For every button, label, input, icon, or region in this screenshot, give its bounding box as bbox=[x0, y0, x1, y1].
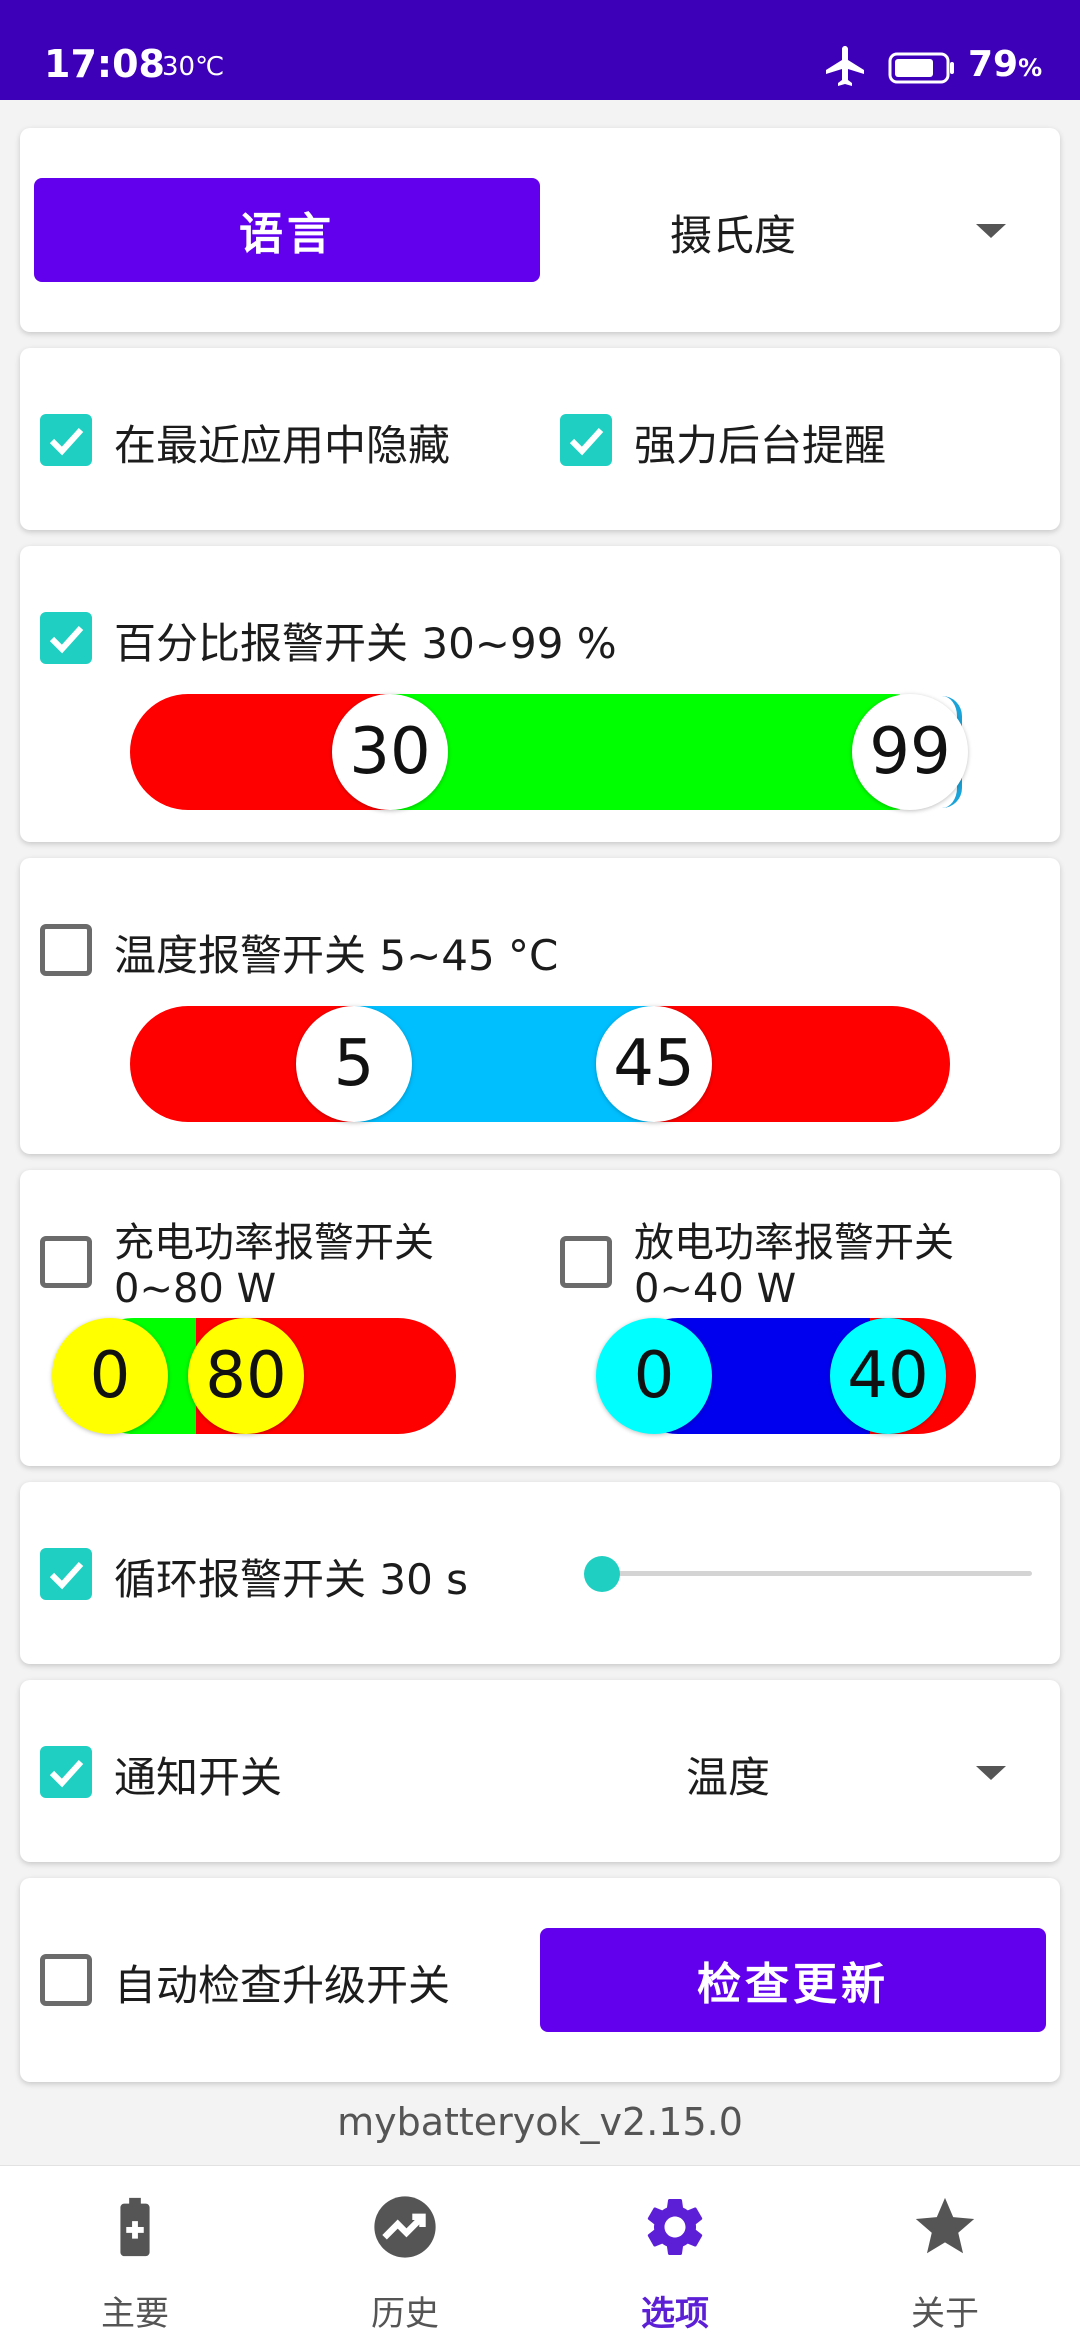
temperature-low-thumb[interactable]: 5 bbox=[296, 1006, 412, 1122]
hide-recents-checkbox[interactable] bbox=[40, 414, 92, 466]
check-icon bbox=[49, 427, 84, 456]
battery-icon bbox=[120, 2197, 150, 2257]
temperature-alarm-label: 温度报警开关 5~45 °C bbox=[114, 931, 559, 980]
charge-alarm-checkbox[interactable] bbox=[40, 1236, 92, 1288]
airplane-mode-icon bbox=[826, 46, 864, 86]
bottom-navigation: 主要 历史 选项 关于 bbox=[0, 2165, 1080, 2339]
check-icon bbox=[49, 1759, 84, 1788]
loop-interval-thumb[interactable] bbox=[584, 1556, 620, 1592]
status-bar: 17:08 30℃ 79% bbox=[0, 0, 1080, 100]
check-update-button[interactable]: 检查更新 bbox=[540, 1928, 1046, 2032]
status-time: 17:08 bbox=[44, 42, 165, 86]
discharge-alarm-checkbox[interactable] bbox=[560, 1236, 612, 1288]
nav-item-options[interactable]: 选项 bbox=[540, 2166, 810, 2339]
app-version: mybatteryok_v2.15.0 bbox=[337, 2100, 743, 2144]
loop-alarm-checkbox[interactable] bbox=[40, 1548, 92, 1600]
percent-range-slider[interactable] bbox=[130, 694, 950, 810]
status-temperature: 30℃ bbox=[162, 52, 225, 82]
charge-alarm-label: 充电功率报警开关 bbox=[114, 1220, 434, 1266]
discharge-high-thumb[interactable]: 40 bbox=[830, 1318, 946, 1434]
language-button[interactable]: 语言 bbox=[34, 178, 540, 282]
nav-item-about[interactable]: 关于 bbox=[810, 2166, 1080, 2339]
update-card: 自动检查升级开关 检查更新 bbox=[20, 1878, 1060, 2082]
charge-low-thumb[interactable]: 0 bbox=[52, 1318, 168, 1434]
percent-mid-segment bbox=[390, 694, 900, 810]
battery-percent: 79% bbox=[968, 44, 1043, 85]
check-icon bbox=[569, 427, 604, 456]
nav-label-history: 历史 bbox=[371, 2294, 439, 2334]
percent-alarm-checkbox[interactable] bbox=[40, 612, 92, 664]
percent-high-thumb[interactable]: 99 bbox=[852, 694, 968, 810]
dropdown-arrow-icon[interactable] bbox=[976, 224, 1006, 238]
temperature-alarm-checkbox[interactable] bbox=[40, 924, 92, 976]
percent-low-thumb[interactable]: 30 bbox=[332, 694, 448, 810]
charge-alarm-range: 0~80 W bbox=[114, 1266, 277, 1312]
discharge-alarm-range: 0~40 W bbox=[634, 1266, 797, 1312]
nav-label-main: 主要 bbox=[101, 2294, 169, 2334]
auto-update-checkbox[interactable] bbox=[40, 1954, 92, 2006]
star-icon bbox=[915, 2197, 975, 2254]
nav-item-history[interactable]: 历史 bbox=[270, 2166, 540, 2339]
chart-icon bbox=[374, 2196, 436, 2258]
language-card: 语言 摄氏度 bbox=[20, 128, 1060, 332]
check-icon bbox=[49, 1561, 84, 1590]
charge-high-thumb[interactable]: 80 bbox=[188, 1318, 304, 1434]
notification-select-value[interactable]: 温度 bbox=[686, 1744, 770, 1805]
discharge-alarm-label: 放电功率报警开关 bbox=[634, 1220, 954, 1266]
hide-recents-label: 在最近应用中隐藏 bbox=[114, 421, 451, 470]
temperature-alarm-card: 温度报警开关 5~45 °C 5 45 bbox=[20, 858, 1060, 1154]
notification-checkbox[interactable] bbox=[40, 1746, 92, 1798]
notification-label: 通知开关 bbox=[114, 1753, 283, 1802]
temperature-high-thumb[interactable]: 45 bbox=[596, 1006, 712, 1122]
auto-update-label: 自动检查升级开关 bbox=[114, 1961, 451, 2010]
nav-label-options: 选项 bbox=[641, 2294, 709, 2334]
loop-interval-seekbar[interactable] bbox=[600, 1571, 1032, 1576]
gear-icon bbox=[647, 2199, 703, 2255]
loop-alarm-label: 循环报警开关 30 s bbox=[114, 1555, 469, 1604]
nav-label-about: 关于 bbox=[911, 2294, 979, 2334]
loop-alarm-card: 循环报警开关 30 s bbox=[20, 1482, 1060, 1664]
battery-status-icon bbox=[888, 52, 954, 84]
temperature-range-slider[interactable] bbox=[130, 1006, 950, 1122]
check-icon bbox=[49, 625, 84, 654]
power-alarm-card: 充电功率报警开关 0~80 W 0 80 放电功率报警开关 0~40 W 0 4… bbox=[20, 1170, 1060, 1466]
force-background-label: 强力后台提醒 bbox=[634, 421, 887, 470]
discharge-low-thumb[interactable]: 0 bbox=[596, 1318, 712, 1434]
dropdown-arrow-icon[interactable] bbox=[976, 1766, 1006, 1780]
notification-card: 通知开关 温度 bbox=[20, 1680, 1060, 1862]
percent-alarm-card: 百分比报警开关 30~99 % 30 99 bbox=[20, 546, 1060, 842]
general-options-card: 在最近应用中隐藏 强力后台提醒 bbox=[20, 348, 1060, 530]
nav-item-main[interactable]: 主要 bbox=[0, 2166, 270, 2339]
unit-select-value[interactable]: 摄氏度 bbox=[670, 202, 796, 263]
percent-alarm-label: 百分比报警开关 30~99 % bbox=[114, 619, 617, 668]
force-background-checkbox[interactable] bbox=[560, 414, 612, 466]
